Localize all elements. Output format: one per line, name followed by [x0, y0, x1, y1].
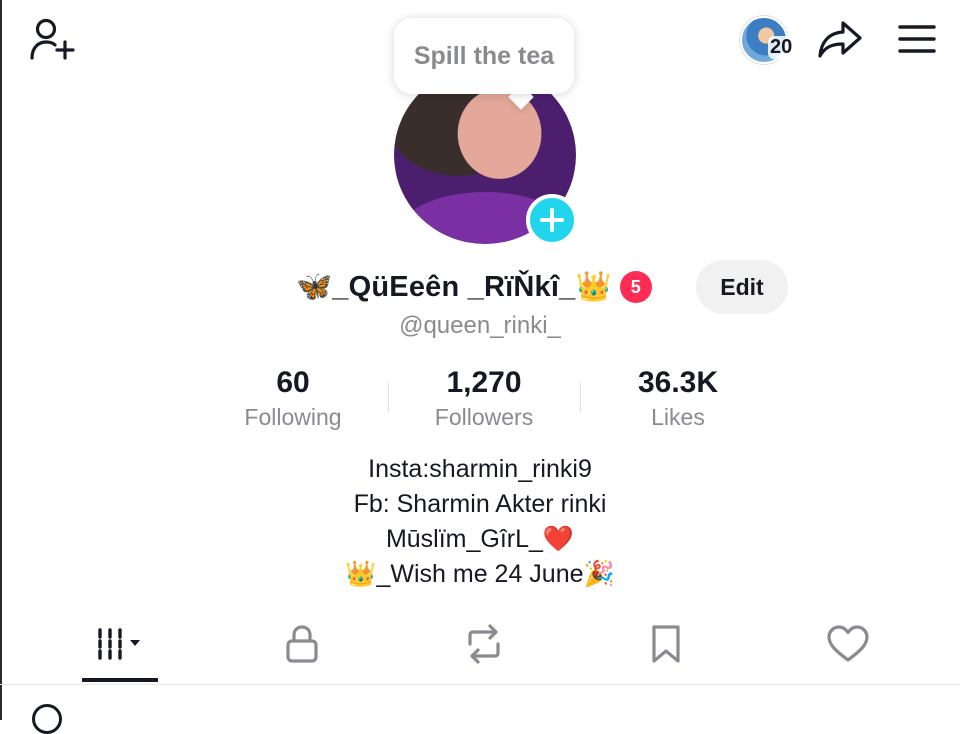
name-row: 🦋_QüEeên _RïŇkî_👑 5	[296, 262, 652, 312]
following-label: Following	[244, 404, 342, 430]
spill-the-tea-bubble[interactable]: Spill the tea	[394, 18, 574, 94]
grid-icon	[98, 628, 140, 660]
tab-favorites[interactable]	[616, 612, 716, 676]
add-friend-button[interactable]	[26, 14, 78, 64]
lock-icon	[286, 625, 318, 663]
likes-count: 36.3K	[637, 366, 719, 399]
stat-followers[interactable]: 1,270 Followers	[389, 364, 579, 432]
tab-reposts[interactable]	[434, 612, 534, 676]
bubble-text: Spill the tea	[413, 41, 555, 70]
stat-likes[interactable]: 36.3K Likes	[583, 364, 773, 432]
tab-private[interactable]	[252, 612, 352, 676]
profile-tabs	[0, 612, 960, 684]
followers-count: 1,270	[446, 366, 522, 399]
stat-following[interactable]: 60 Following	[198, 364, 388, 432]
edit-profile-button[interactable]: Edit	[696, 260, 788, 314]
likes-label: Likes	[651, 404, 705, 430]
bio-line: Mūslïm_GîrL_❤️	[385, 525, 575, 553]
plus-icon	[540, 208, 564, 232]
repost-icon	[468, 624, 500, 664]
tabs-divider	[0, 684, 960, 685]
bio-line: Insta:sharmin_rinki9	[368, 455, 592, 483]
bio-line: Fb: Sharmin Akter rinki	[353, 490, 607, 518]
bookmark-icon	[652, 625, 680, 663]
tab-videos[interactable]	[72, 612, 172, 676]
tab-liked[interactable]	[798, 612, 898, 676]
person-plus-icon	[30, 18, 75, 60]
notification-badge[interactable]: 5	[619, 271, 652, 303]
peek-icon	[32, 704, 62, 734]
display-name: 🦋_QüEeên _RïŇkî_👑	[296, 271, 612, 303]
username-handle: @queen_rinki_	[399, 312, 561, 339]
share-arrow-icon	[818, 21, 862, 58]
add-story-button[interactable]	[526, 194, 578, 246]
profile-visitors-button[interactable]: 20	[740, 14, 802, 64]
heart-icon	[827, 625, 869, 662]
menu-button[interactable]	[894, 18, 940, 60]
visitors-count: 20	[768, 36, 795, 59]
profile-bio: Insta:sharmin_rinki9 Fb: Sharmin Akter r…	[0, 452, 960, 592]
bio-line: 👑_Wish me 24 June🎉	[345, 560, 615, 588]
hamburger-menu-icon	[898, 25, 936, 53]
following-count: 60	[276, 366, 310, 399]
share-button[interactable]	[816, 16, 864, 62]
stat-divider	[580, 382, 581, 412]
active-tab-indicator	[82, 678, 158, 682]
content-peek	[32, 704, 652, 734]
followers-label: Followers	[434, 404, 534, 430]
